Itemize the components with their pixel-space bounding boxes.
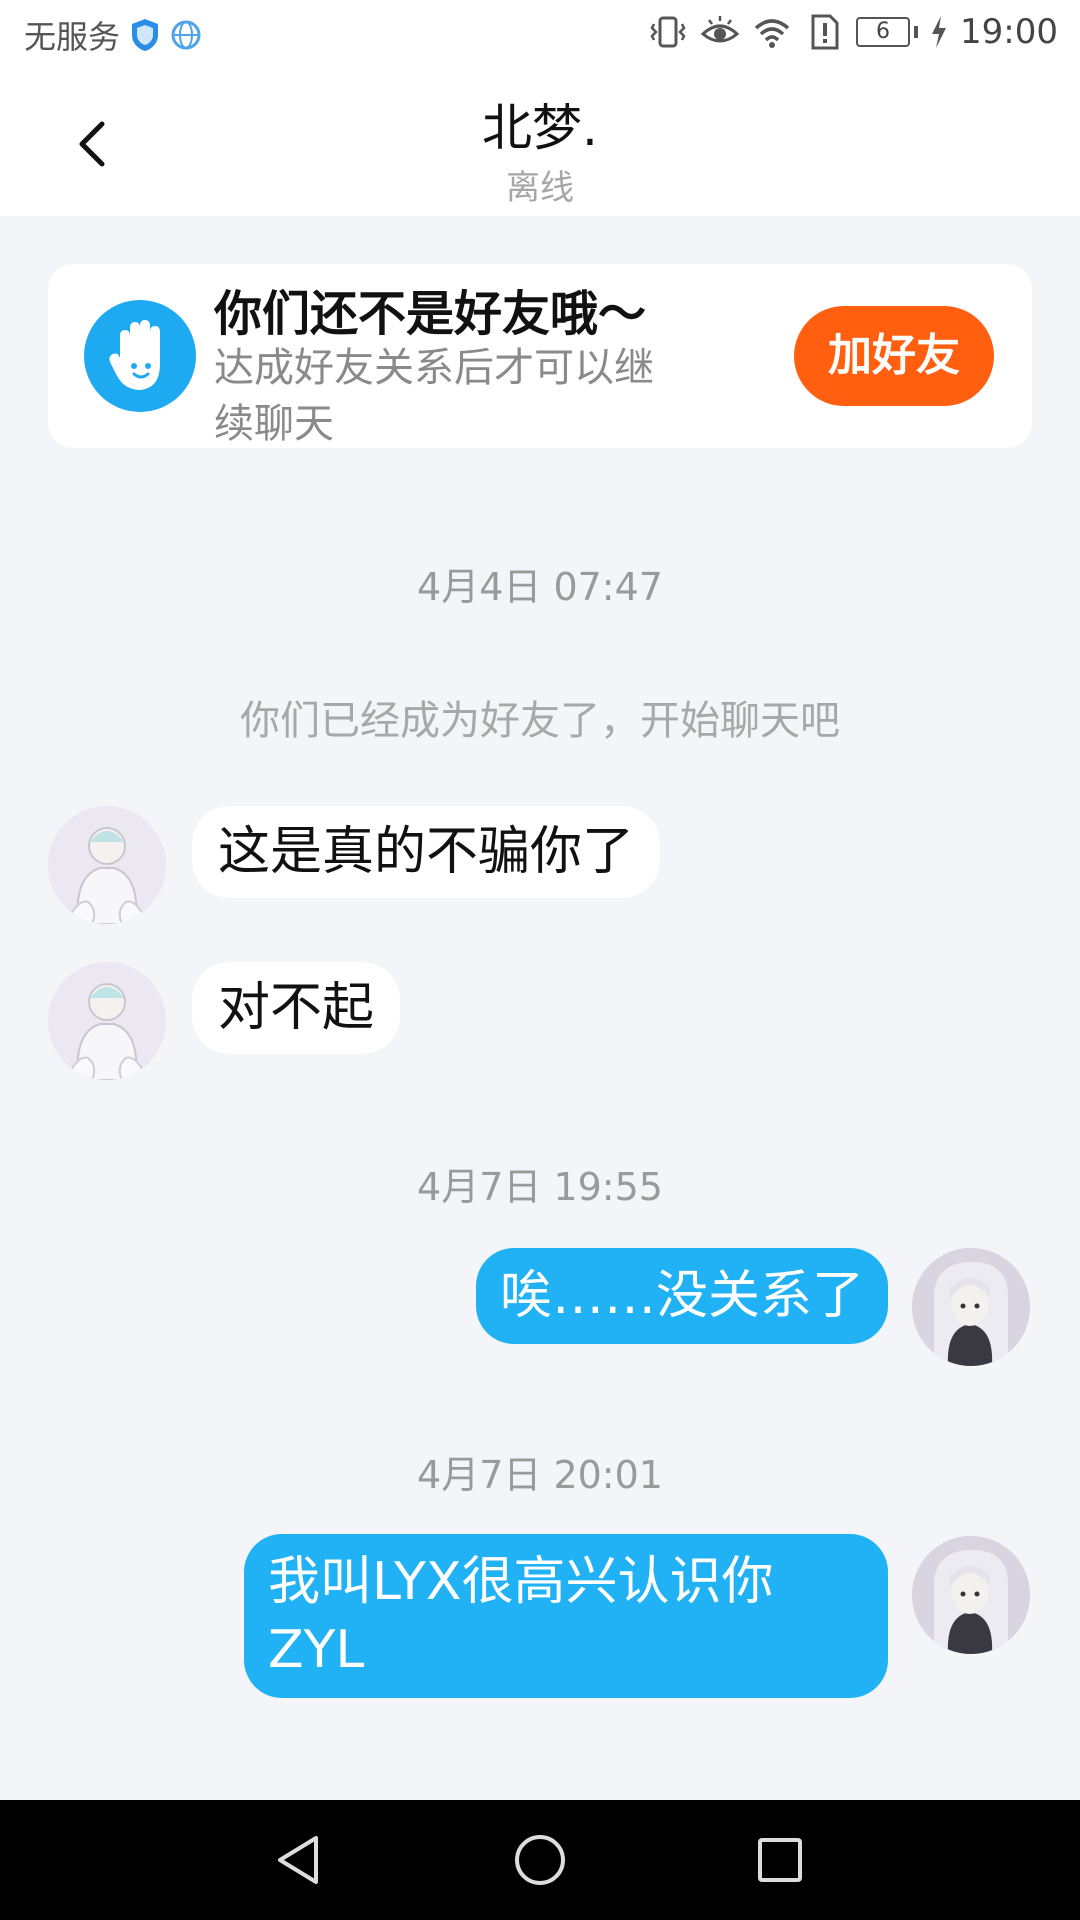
system-message: 你们已经成为好友了，开始聊天吧 — [240, 698, 840, 744]
outgoing-message-bubble[interactable]: 唉……没关系了 — [475, 1248, 888, 1344]
contact-avatar[interactable] — [48, 962, 166, 1080]
charging-icon — [932, 16, 947, 48]
incoming-message-bubble[interactable]: 对不起 — [192, 962, 401, 1054]
banner-description: 达成好友关系后才可以继续聊天 — [214, 345, 654, 447]
message-timestamp: 4月7日 19:55 — [417, 1165, 663, 1209]
status-bar: 无服务 6 19:00 — [0, 0, 1080, 74]
recents-square-icon[interactable] — [750, 1830, 810, 1890]
user-avatar[interactable] — [912, 1536, 1030, 1654]
carrier-label: 无服务 — [24, 18, 121, 56]
alert-icon — [811, 14, 839, 50]
message-timestamp: 4月4日 07:47 — [417, 565, 663, 609]
system-navigation-bar — [0, 1800, 1080, 1920]
user-avatar[interactable] — [912, 1248, 1030, 1366]
banner-title: 你们还不是好友哦～ — [214, 286, 647, 342]
outgoing-message-bubble[interactable]: 我叫LYX很高兴认识你ZYL — [244, 1534, 888, 1698]
home-circle-icon[interactable] — [510, 1830, 570, 1890]
eye-icon — [700, 16, 740, 43]
chat-header: 北梦. 离线 — [0, 74, 1080, 216]
hand-icon — [84, 300, 196, 412]
contact-status: 离线 — [506, 168, 574, 208]
incoming-message-bubble[interactable]: 这是真的不骗你了 — [192, 806, 661, 898]
shield-icon — [132, 19, 159, 51]
contact-name: 北梦. — [482, 99, 598, 157]
not-friends-banner: 你们还不是好友哦～ 达成好友关系后才可以继续聊天 加好友 — [48, 264, 1032, 448]
contact-avatar[interactable] — [48, 806, 166, 924]
add-friend-button[interactable]: 加好友 — [794, 306, 994, 406]
clock-time: 19:00 — [960, 12, 1058, 52]
message-timestamp: 4月7日 20:01 — [417, 1453, 663, 1497]
battery-level: 6 — [856, 17, 911, 47]
battery-icon: 6 — [856, 17, 919, 47]
vibrate-icon — [650, 16, 686, 48]
globe-icon — [171, 20, 201, 50]
back-triangle-icon[interactable] — [270, 1830, 330, 1890]
wifi-icon — [754, 19, 790, 48]
